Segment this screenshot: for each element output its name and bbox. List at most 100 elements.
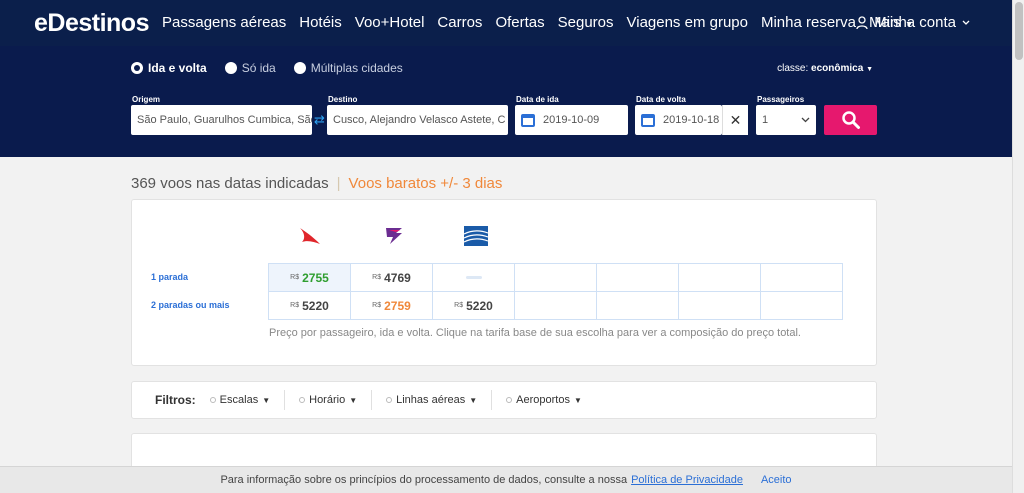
privacy-policy-link[interactable]: Política de Privacidade <box>631 474 743 486</box>
calendar-icon <box>521 113 535 127</box>
top-nav: eDestinos Passagens aéreas Hotéis Voo+Ho… <box>0 0 1012 46</box>
price-value: 2759 <box>384 298 411 313</box>
filter-escalas[interactable]: Escalas ▼ <box>209 390 286 410</box>
trip-type-oneway-label: Só ida <box>241 61 276 75</box>
nav-minha-reserva[interactable]: Minha reserva <box>761 14 856 31</box>
cookie-consent-bar: Para informação sobre os princípios do p… <box>0 466 1012 493</box>
currency-label: R$ <box>372 274 382 281</box>
cabin-class-label: classe: <box>777 63 809 74</box>
price-value: 4769 <box>384 270 411 285</box>
filters-title: Filtros: <box>155 393 196 407</box>
airline-logo-purple-icon[interactable] <box>380 224 408 248</box>
filters-bar: Filtros: Escalas ▼ Horário ▼ Linhas aéreas… <box>131 381 877 419</box>
trip-type-multi-label: Múltiplas cidades <box>310 61 403 75</box>
price-cell-empty <box>433 264 515 292</box>
caret-down-icon: ▼ <box>262 395 271 405</box>
airline-logo-blue-icon[interactable] <box>462 224 490 248</box>
nav-hoteis[interactable]: Hotéis <box>299 14 342 31</box>
flexible-dates-link[interactable]: Voos baratos +/- 3 dias <box>349 175 503 192</box>
return-date-input[interactable]: 2019-10-18 <box>635 105 722 135</box>
account-menu[interactable]: Minha conta <box>856 14 970 31</box>
destination-input[interactable]: Cusco, Alejandro Velasco Astete, C <box>327 105 508 135</box>
nav-voo-hotel[interactable]: Voo+Hotel <box>355 14 425 31</box>
user-icon <box>856 15 868 29</box>
nav-seguros[interactable]: Seguros <box>558 14 614 31</box>
search-icon <box>841 111 860 129</box>
nav-ofertas[interactable]: Ofertas <box>495 14 544 31</box>
empty-cell <box>761 292 843 320</box>
nav-passagens-aereas[interactable]: Passagens aéreas <box>162 14 286 31</box>
trip-type-round[interactable]: Ida e volta <box>131 61 207 75</box>
caret-down-icon: ▼ <box>469 395 478 405</box>
no-price-dash <box>465 276 482 279</box>
filter-aeroportos[interactable]: Aeroportos ▼ <box>506 390 596 410</box>
trip-type-oneway[interactable]: Só ida <box>224 61 276 75</box>
currency-label: R$ <box>290 274 300 281</box>
airline-logo-red-icon[interactable] <box>296 224 324 248</box>
trip-type-multi[interactable]: Múltiplas cidades <box>293 61 403 75</box>
results-count: 369 voos nas datas indicadas <box>131 175 329 192</box>
cabin-class-value: econômica <box>811 63 864 74</box>
flight-search-panel: Ida e volta Só ida Múltiplas cidades cla… <box>0 46 1012 157</box>
empty-cell <box>679 264 761 292</box>
depart-date-input[interactable]: 2019-10-09 <box>515 105 628 135</box>
cabin-class-select[interactable]: classe: econômica ▼ <box>777 63 873 74</box>
destination-label: Destino <box>328 95 358 104</box>
nav-viagens-em-grupo[interactable]: Viagens em grupo <box>627 14 748 31</box>
price-grid: R$ 2755 R$ 4769 R$ 5220 R$ 2759 R$ 5220 <box>268 263 843 320</box>
depart-date-value: 2019-10-09 <box>543 114 600 126</box>
accept-cookies-button[interactable]: Aceito <box>761 474 792 486</box>
search-button[interactable] <box>824 105 877 135</box>
passengers-value: 1 <box>762 114 769 126</box>
price-value: 5220 <box>302 298 329 313</box>
currency-label: R$ <box>454 302 464 309</box>
currency-label: R$ <box>290 302 300 309</box>
depart-date-label: Data de ida <box>516 95 559 104</box>
clear-return-date-icon[interactable]: ✕ <box>722 105 748 135</box>
filter-linhas-aereas[interactable]: Linhas aéreas ▼ <box>386 390 493 410</box>
price-cell[interactable]: R$ 4769 <box>351 264 433 292</box>
edestinos-logo[interactable]: eDestinos <box>34 8 149 38</box>
filter-escalas-label: Escalas <box>219 394 259 406</box>
filter-indicator-icon <box>299 397 306 403</box>
chevron-down-icon <box>801 117 810 123</box>
radio-selected-icon <box>131 62 143 74</box>
scrollbar-thumb[interactable] <box>1015 2 1023 60</box>
price-cell[interactable]: R$ 5220 <box>269 292 351 320</box>
swap-icon[interactable]: ⇄ <box>314 112 325 128</box>
results-separator: | <box>336 175 341 192</box>
calendar-icon <box>641 113 655 127</box>
empty-cell <box>515 292 597 320</box>
price-cell[interactable]: R$ 2759 <box>351 292 433 320</box>
price-matrix-card: 1 parada 2 paradas ou mais R$ 2755 R$ 4769… <box>131 199 877 366</box>
results-summary: 369 voos nas datas indicadas | Voos barato… <box>131 175 502 192</box>
page-scrollbar[interactable] <box>1012 0 1024 493</box>
passengers-label: Passageiros <box>757 95 805 104</box>
return-date-label: Data de volta <box>636 95 686 104</box>
nav-carros[interactable]: Carros <box>437 14 482 31</box>
price-value: 5220 <box>466 298 493 313</box>
return-date-value: 2019-10-18 <box>663 114 720 126</box>
cookie-text: Para informação sobre os princípios do p… <box>220 474 628 486</box>
row-label-one-stop: 1 parada <box>151 272 189 282</box>
empty-cell <box>679 292 761 320</box>
price-cell[interactable]: R$ 2755 <box>269 264 351 292</box>
trip-type-group: Ida e volta Só ida Múltiplas cidades <box>131 61 403 75</box>
radio-icon <box>224 62 237 74</box>
origin-label: Origem <box>132 95 161 104</box>
trip-type-round-label: Ida e volta <box>148 61 207 75</box>
passengers-select[interactable]: 1 <box>756 105 816 135</box>
empty-cell <box>597 292 679 320</box>
origin-input[interactable]: São Paulo, Guarulhos Cumbica, São <box>131 105 312 135</box>
empty-cell <box>597 264 679 292</box>
caret-down-icon: ▼ <box>866 66 873 73</box>
filter-linhas-aereas-label: Linhas aéreas <box>396 394 466 406</box>
filter-indicator-icon <box>209 397 216 403</box>
filter-indicator-icon <box>506 397 513 403</box>
empty-cell <box>761 264 843 292</box>
filter-horario[interactable]: Horário ▼ <box>299 390 373 410</box>
price-cell[interactable]: R$ 5220 <box>433 292 515 320</box>
filter-indicator-icon <box>386 397 393 403</box>
price-value: 2755 <box>302 270 329 285</box>
radio-icon <box>293 62 306 74</box>
